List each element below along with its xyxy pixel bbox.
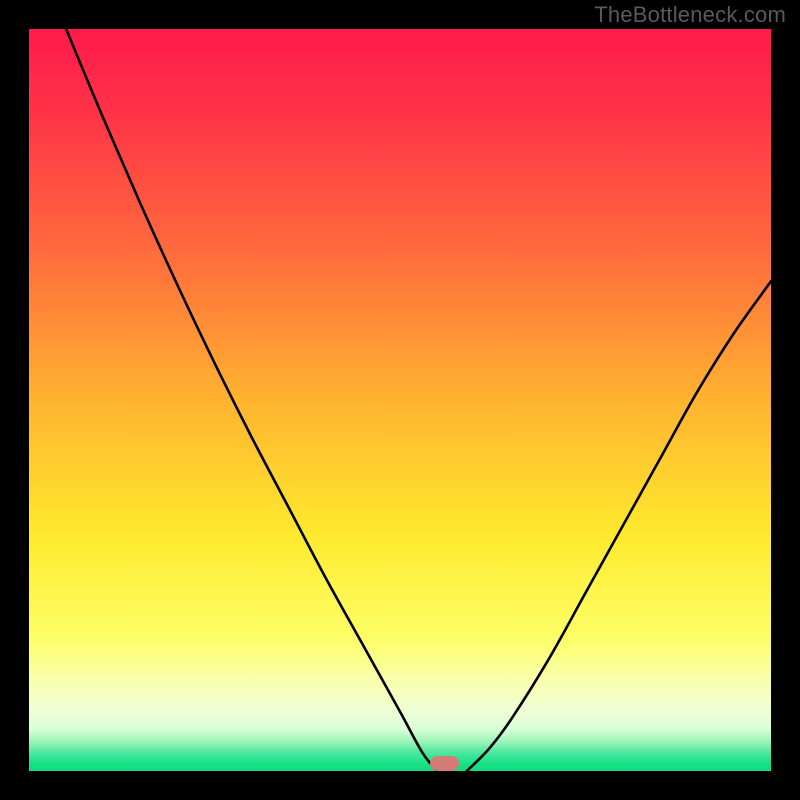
watermark-text: TheBottleneck.com <box>594 2 786 28</box>
bottleneck-marker <box>430 756 460 771</box>
curve-layer <box>29 29 771 771</box>
chart-frame: TheBottleneck.com <box>0 0 800 800</box>
plot-area <box>29 29 771 771</box>
curve-left-branch <box>66 29 437 771</box>
curve-right-branch <box>467 281 771 771</box>
